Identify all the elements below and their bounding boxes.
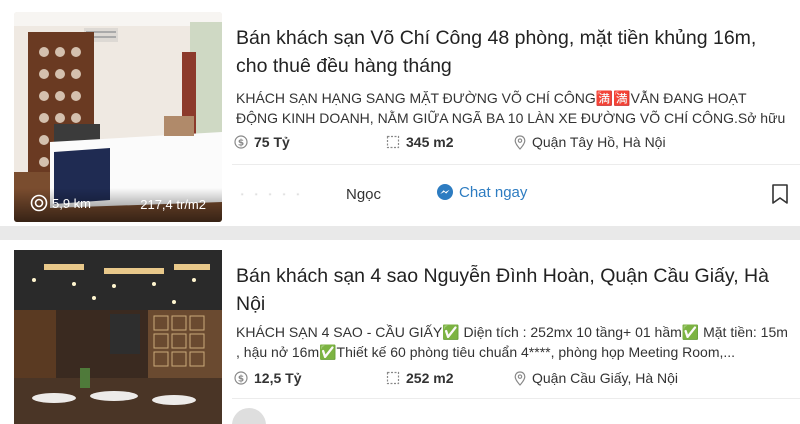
listing-photo[interactable]: 5,9 km 217,4 tr/m2 xyxy=(14,12,222,222)
listing-card[interactable]: 5,9 km 217,4 tr/m2 Bán khách sạn Võ Chí … xyxy=(0,0,800,226)
divider xyxy=(232,164,800,165)
location: Quận Tây Hồ, Hà Nội xyxy=(514,132,666,152)
hotel-restaurant-photo xyxy=(14,250,222,424)
listing-photo[interactable] xyxy=(14,250,222,424)
listing-title[interactable]: Bán khách sạn Võ Chí Công 48 phòng, mặt … xyxy=(236,24,786,80)
area: 345 m2 xyxy=(386,132,453,152)
area: 252 m2 xyxy=(386,368,453,388)
contact-name-blurred: · · · · · xyxy=(240,186,304,201)
chat-now-button[interactable]: Chat ngay xyxy=(436,183,527,201)
area-icon xyxy=(386,135,400,149)
price-per-m2: 217,4 tr/m2 xyxy=(140,197,206,212)
listing-description: KHÁCH SẠN 4 SAO - CẦU GIẤY✅ Diện tích : … xyxy=(236,324,788,360)
contact-bar: · · · · · Ngọc Chat ngay xyxy=(236,180,800,210)
listing-description: KHÁCH SẠN HẠNG SANG MẶT ĐƯỜNG VÕ CHÍ CÔN… xyxy=(236,90,786,126)
bookmark-icon xyxy=(772,184,788,204)
messenger-icon xyxy=(437,184,453,200)
location-pin-icon xyxy=(514,134,526,150)
save-button[interactable] xyxy=(770,183,790,210)
area-icon xyxy=(386,371,400,385)
location-pin-icon xyxy=(514,370,526,386)
coin-icon: $ xyxy=(234,135,248,149)
price: $ 75 Tỷ xyxy=(234,132,290,152)
divider xyxy=(232,398,800,399)
coin-icon: $ xyxy=(234,371,248,385)
svg-text:$: $ xyxy=(238,375,244,385)
listing-card[interactable]: Bán khách sạn 4 sao Nguyễn Đình Hoàn, Qu… xyxy=(0,240,800,424)
distance-badge: 5,9 km xyxy=(30,194,91,212)
price: $ 12,5 Tỷ xyxy=(234,368,301,388)
listing-title[interactable]: Bán khách sạn 4 sao Nguyễn Đình Hoàn, Qu… xyxy=(236,262,786,318)
avatar[interactable] xyxy=(232,408,266,424)
distance-text: 5,9 km xyxy=(52,195,92,211)
agent-name[interactable]: Ngọc xyxy=(346,186,381,203)
svg-text:$: $ xyxy=(238,139,244,149)
target-icon xyxy=(30,194,48,212)
location: Quận Cầu Giấy, Hà Nội xyxy=(514,368,678,388)
